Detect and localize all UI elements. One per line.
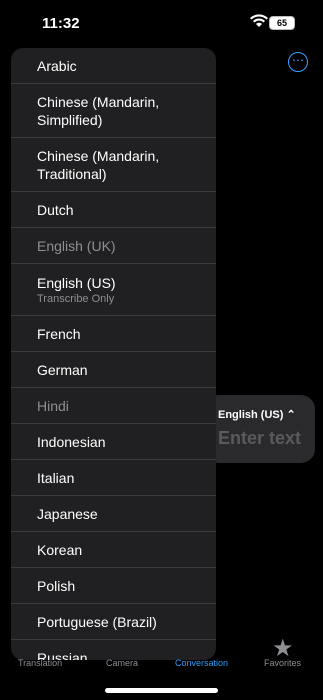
language-menu[interactable]: Arabic Chinese (Mandarin, Simplified) Ch… [11, 48, 216, 660]
language-label: Indonesian [37, 433, 106, 450]
language-item-english-us[interactable]: English (US) Transcribe Only [11, 264, 216, 316]
language-label: Chinese (Mandarin, Simplified) [37, 93, 160, 128]
tab-translation[interactable]: Translation [18, 658, 62, 668]
language-label: Chinese (Mandarin, Traditional) [37, 147, 160, 182]
language-label: Japanese [37, 505, 98, 522]
language-item-hindi[interactable]: Hindi [11, 388, 216, 424]
language-label: French [37, 325, 81, 342]
language-label: English (US) [37, 274, 116, 291]
language-item-chinese-traditional[interactable]: Chinese (Mandarin, Traditional) [11, 138, 216, 192]
language-label: German [37, 361, 88, 378]
language-item-french[interactable]: French [11, 316, 216, 352]
tab-conversation[interactable]: Conversation [175, 658, 228, 668]
language-label: Hindi [37, 397, 69, 414]
language-label: English (UK) [37, 237, 116, 254]
language-sublabel: Transcribe Only [37, 292, 115, 305]
language-item-dutch[interactable]: Dutch [11, 192, 216, 228]
language-item-korean[interactable]: Korean [11, 532, 216, 568]
enter-text-placeholder[interactable]: Enter text [218, 428, 301, 449]
language-item-arabic[interactable]: Arabic [11, 48, 216, 84]
language-label: Korean [37, 541, 83, 558]
wifi-icon [250, 14, 268, 27]
language-item-japanese[interactable]: Japanese [11, 496, 216, 532]
status-bar: 11:32 65 [0, 0, 323, 46]
status-time: 11:32 [42, 15, 80, 32]
bubble-language-selector[interactable]: English (US) ⌃ [218, 408, 296, 421]
more-options-button[interactable]: ⋯ [288, 52, 308, 72]
language-label: Portuguese (Brazil) [37, 613, 157, 630]
battery-icon: 65 [269, 16, 295, 30]
language-item-polish[interactable]: Polish [11, 568, 216, 604]
language-label: Polish [37, 577, 76, 594]
language-item-chinese-simplified[interactable]: Chinese (Mandarin, Simplified) [11, 84, 216, 138]
language-item-english-uk[interactable]: English (UK) [11, 228, 216, 264]
language-label: Arabic [37, 57, 77, 74]
language-label: Italian [37, 469, 75, 486]
star-icon[interactable]: ★ [272, 634, 294, 663]
tab-camera[interactable]: Camera [106, 658, 138, 668]
language-item-indonesian[interactable]: Indonesian [11, 424, 216, 460]
home-indicator [105, 688, 218, 693]
language-item-italian[interactable]: Italian [11, 460, 216, 496]
language-label: Dutch [37, 201, 74, 218]
language-item-german[interactable]: German [11, 352, 216, 388]
